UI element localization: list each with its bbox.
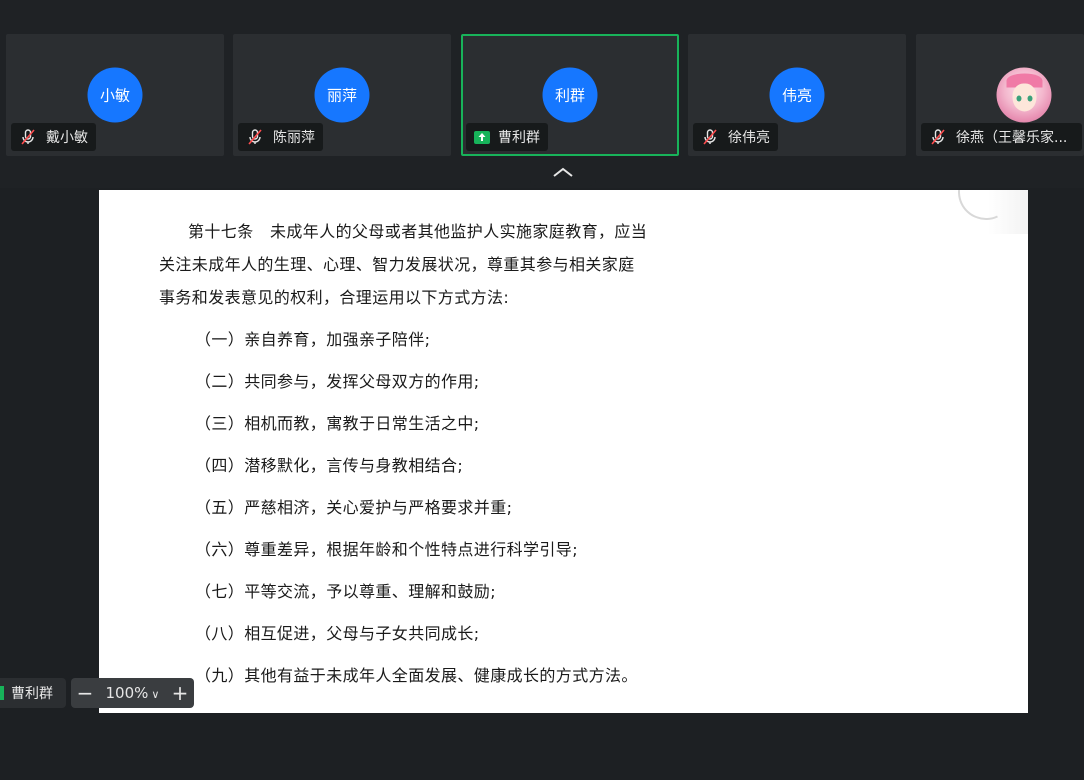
participant-namebar: 徐伟亮 xyxy=(693,123,778,151)
doc-list-item: （六）尊重差异，根据年龄和个性特点进行科学引导; xyxy=(195,540,578,559)
doc-list-item: （三）相机而教，寓教于日常生活之中; xyxy=(195,414,480,433)
doc-list-item: （七）平等交流，予以尊重、理解和鼓励; xyxy=(195,582,496,601)
participant-namebar: 陈丽萍 xyxy=(238,123,323,151)
doc-list-item: （五）严慈相济，关心爱护与严格要求并重; xyxy=(195,498,513,517)
doc-heading-line: 关注未成年人的生理、心理、智力发展状况，尊重其参与相关家庭 xyxy=(159,255,635,274)
zoom-out-button[interactable]: − xyxy=(71,678,99,708)
avatar-photo xyxy=(996,67,1052,123)
zoom-in-button[interactable]: + xyxy=(166,678,194,708)
avatar: 利群 xyxy=(542,67,598,123)
participant-namebar: 徐燕（王馨乐家... xyxy=(921,123,1082,151)
mic-muted-icon xyxy=(703,129,717,145)
zoom-level-value: 100% xyxy=(105,684,149,702)
doc-list-item: （九）其他有益于未成年人全面发展、健康成长的方式方法。 xyxy=(195,666,638,685)
avatar: 丽萍 xyxy=(314,67,370,123)
doc-list-item: （二）共同参与，发挥父母双方的作用; xyxy=(195,372,480,391)
mic-muted-icon xyxy=(931,129,945,145)
doc-heading-line: 事务和发表意见的权利，合理运用以下方式方法: xyxy=(159,288,510,307)
participant-namebar: 曹利群 xyxy=(466,123,548,151)
doc-list-item: （四）潜移默化，言传与身教相结合; xyxy=(195,456,464,475)
mic-muted-icon xyxy=(248,129,262,145)
meeting-window: 小敏 戴小敏 丽萍 陈丽萍 利群 曹利群 伟亮 徐伟亮 徐燕（王馨乐家... 第… xyxy=(0,0,1084,780)
screen-share-icon xyxy=(474,130,490,144)
participant-namebar: 戴小敏 xyxy=(11,123,96,151)
participant-tile-active[interactable]: 利群 曹利群 xyxy=(461,34,679,156)
participant-tile[interactable]: 小敏 戴小敏 xyxy=(6,34,224,156)
zoom-control: − 100% ∨ + xyxy=(71,678,194,708)
doc-list-item: （一）亲自养育，加强亲子陪伴; xyxy=(195,330,431,349)
zoom-level-dropdown[interactable]: 100% ∨ xyxy=(99,684,166,702)
share-indicator-icon xyxy=(0,686,4,700)
participant-name: 徐伟亮 xyxy=(728,130,770,146)
chevron-down-icon: ∨ xyxy=(151,688,160,701)
participant-tile[interactable]: 徐燕（王馨乐家... xyxy=(916,34,1084,156)
mic-muted-icon xyxy=(21,129,35,145)
participant-name: 徐燕（王馨乐家... xyxy=(956,130,1068,146)
participant-name: 陈丽萍 xyxy=(273,130,315,146)
participant-name: 戴小敏 xyxy=(46,130,88,146)
shared-document[interactable]: 第十七条 未成年人的父母或者其他监护人实施家庭教育，应当 关注未成年人的生理、心… xyxy=(99,190,1028,713)
presenter-indicator: 曹利群 xyxy=(0,678,66,708)
collapse-strip-button[interactable] xyxy=(530,158,596,186)
doc-list-item: （八）相互促进，父母与子女共同成长; xyxy=(195,624,480,643)
participant-name: 曹利群 xyxy=(498,130,540,146)
avatar: 小敏 xyxy=(87,67,143,123)
participant-tile[interactable]: 丽萍 陈丽萍 xyxy=(233,34,451,156)
avatar: 伟亮 xyxy=(769,67,825,123)
presenter-name: 曹利群 xyxy=(11,686,53,702)
doc-heading-line: 第十七条 未成年人的父母或者其他监护人实施家庭教育，应当 xyxy=(188,222,648,241)
participant-strip: 小敏 戴小敏 丽萍 陈丽萍 利群 曹利群 伟亮 徐伟亮 徐燕（王馨乐家... xyxy=(0,0,1084,188)
participant-tile[interactable]: 伟亮 徐伟亮 xyxy=(688,34,906,156)
chevron-up-icon xyxy=(553,167,573,177)
